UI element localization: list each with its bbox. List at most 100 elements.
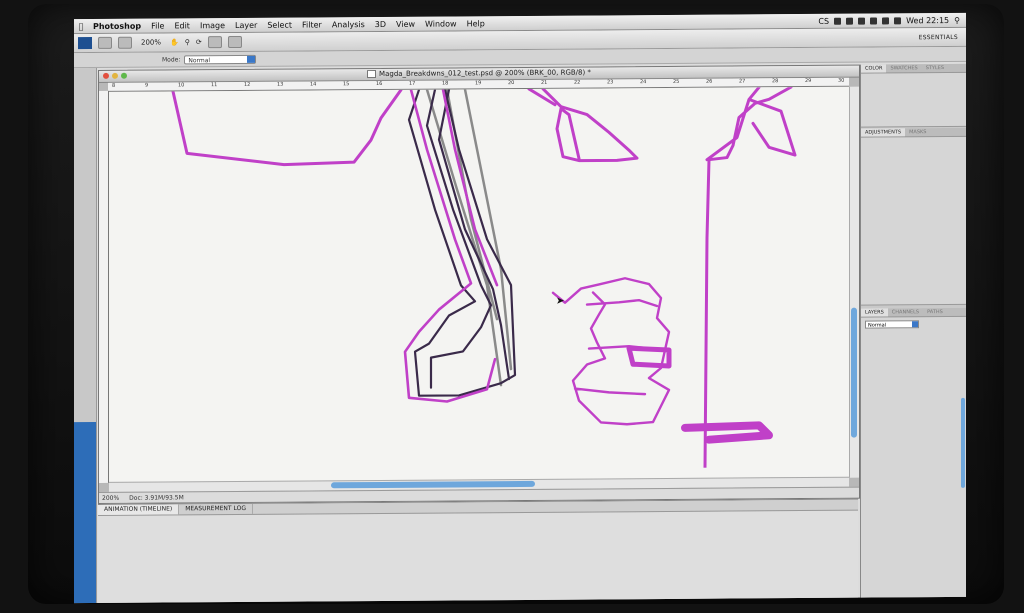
screen:  Photoshop File Edit Image Layer Select… <box>74 12 966 604</box>
mode-value: Normal <box>188 56 211 64</box>
tab-measurement-log[interactable]: MEASUREMENT LOG <box>179 503 253 515</box>
adjustments-panel-tabs: ADJUSTMENTS MASKS <box>861 127 966 138</box>
ruler-tick-label: 12 <box>244 81 251 88</box>
tray-cs-label[interactable]: CS <box>818 16 829 25</box>
menu-image[interactable]: Image <box>195 21 230 30</box>
ruler-tick-label: 23 <box>607 79 614 86</box>
ruler-tick-label: 27 <box>739 78 746 85</box>
view-extras-button[interactable] <box>118 36 132 49</box>
tab-swatches[interactable]: SWATCHES <box>886 64 921 72</box>
right-panel-dock: COLOR SWATCHES STYLES ADJUSTMENTS MASKS … <box>860 63 966 599</box>
document-title: Magda_Breakdwns_012_test.psd @ 200% (BRK… <box>379 68 591 78</box>
spotlight-icon[interactable]: ⚲ <box>954 15 960 24</box>
vertical-scrollbar[interactable] <box>849 86 859 478</box>
layers-panel: LAYERS CHANNELS PATHS Normal <box>861 307 966 599</box>
menu-help[interactable]: Help <box>462 19 490 28</box>
hand-tool-icon[interactable]: ✋ <box>170 38 179 46</box>
magenta-outline-left <box>171 88 403 167</box>
tray-icon-2[interactable] <box>846 17 854 25</box>
tab-styles[interactable]: STYLES <box>922 64 948 72</box>
screen-mode-button[interactable] <box>227 35 242 49</box>
menu-photoshop[interactable]: Photoshop <box>88 21 146 30</box>
ruler-tick-label: 20 <box>508 80 515 87</box>
vertical-scroll-thumb[interactable] <box>851 307 857 438</box>
desktop-background <box>74 421 96 604</box>
ruler-tick-label: 14 <box>310 81 317 88</box>
ruler-tick-label: 16 <box>376 80 383 88</box>
ruler-tick-label: 18 <box>442 80 449 87</box>
workspace-switcher[interactable]: ESSENTIALS <box>919 33 966 40</box>
magenta-vertical-line <box>703 86 797 470</box>
menu-3d[interactable]: 3D <box>370 19 391 28</box>
mode-select[interactable]: Normal <box>184 54 257 64</box>
zoom-level-select[interactable]: 200% <box>138 38 164 47</box>
tab-paths[interactable]: PATHS <box>923 308 947 316</box>
tab-masks[interactable]: MASKS <box>905 128 930 136</box>
dark-leg-strokes <box>407 88 517 397</box>
blend-mode-select[interactable]: Normal <box>865 320 919 329</box>
menu-file[interactable]: File <box>146 21 169 30</box>
horizontal-scroll-thumb[interactable] <box>331 480 535 489</box>
ruler-tick-label: 26 <box>706 78 713 85</box>
menubar-tray: CS Wed 22:15 ⚲ <box>818 15 966 25</box>
magenta-bottom-stroke <box>681 421 773 444</box>
rotate-view-icon[interactable]: ⟳ <box>196 38 202 46</box>
tab-color[interactable]: COLOR <box>861 64 887 73</box>
magenta-corner-shape <box>527 87 639 163</box>
menu-select[interactable]: Select <box>262 20 297 29</box>
tab-layers[interactable]: LAYERS <box>861 308 888 317</box>
ruler-tick-label: 8 <box>112 82 116 89</box>
vertical-ruler[interactable] <box>99 90 109 483</box>
ruler-tick-label: 19 <box>475 80 482 87</box>
menu-window[interactable]: Window <box>420 19 462 28</box>
ruler-tick-label: 10 <box>178 82 185 89</box>
tab-animation-timeline[interactable]: ANIMATION (TIMELINE) <box>98 504 180 515</box>
menu-filter[interactable]: Filter <box>297 20 327 29</box>
arrange-documents-button[interactable] <box>207 36 222 49</box>
ruler-tick-label: 9 <box>145 82 149 89</box>
drawing-canvas[interactable]: ➤ <box>109 86 849 483</box>
minimize-button[interactable] <box>112 72 118 79</box>
zoom-button[interactable] <box>121 72 127 79</box>
tray-icon-3[interactable] <box>858 17 866 25</box>
ruler-tick-label: 17 <box>409 80 416 87</box>
status-doc-size[interactable]: Doc: 3.91M/93.5M <box>129 494 184 501</box>
window-controls <box>103 72 127 79</box>
mode-label: Mode: <box>162 55 181 63</box>
ruler-tick-label: 22 <box>574 79 581 86</box>
zoom-tool-icon[interactable]: ⚲ <box>185 38 190 46</box>
layers-scroll-thumb[interactable] <box>961 397 965 488</box>
menu-layer[interactable]: Layer <box>230 20 262 29</box>
tab-channels[interactable]: CHANNELS <box>888 308 923 316</box>
tools-panel <box>74 67 97 604</box>
status-zoom[interactable]: 200% <box>102 494 119 501</box>
blend-mode-value: Normal <box>868 322 887 329</box>
sketch-artwork <box>171 86 797 470</box>
mouse-pointer-icon: ➤ <box>556 295 565 307</box>
tray-icon-1[interactable] <box>834 17 842 25</box>
ruler-tick-label: 29 <box>805 77 812 85</box>
layers-panel-tabs: LAYERS CHANNELS PATHS <box>861 307 966 318</box>
document-window: Magda_Breakdwns_012_test.psd @ 200% (BRK… <box>98 64 860 504</box>
bluetooth-icon[interactable] <box>870 17 878 25</box>
color-panel: COLOR SWATCHES STYLES <box>861 63 966 128</box>
menu-analysis[interactable]: Analysis <box>327 20 370 29</box>
color-panel-tabs: COLOR SWATCHES STYLES <box>861 63 966 74</box>
menu-edit[interactable]: Edit <box>169 21 195 30</box>
menu-view[interactable]: View <box>391 19 420 28</box>
clock[interactable]: Wed 22:15 <box>906 16 949 25</box>
close-button[interactable] <box>103 72 109 79</box>
adjustments-panel: ADJUSTMENTS MASKS <box>861 127 966 306</box>
magenta-leg-strokes <box>403 88 499 403</box>
ruler-tick-label: 11 <box>211 82 218 89</box>
volume-icon[interactable] <box>894 16 902 24</box>
apple-icon[interactable]:  <box>74 22 88 31</box>
ruler-tick-label: 28 <box>772 78 779 85</box>
wifi-icon[interactable] <box>882 16 890 24</box>
chevron-down-icon <box>247 55 256 63</box>
bridge-button[interactable] <box>98 36 112 49</box>
ruler-tick-label: 24 <box>640 79 647 86</box>
ruler-tick-label: 21 <box>541 79 548 86</box>
document-icon <box>367 70 377 79</box>
tab-adjustments[interactable]: ADJUSTMENTS <box>861 128 906 137</box>
